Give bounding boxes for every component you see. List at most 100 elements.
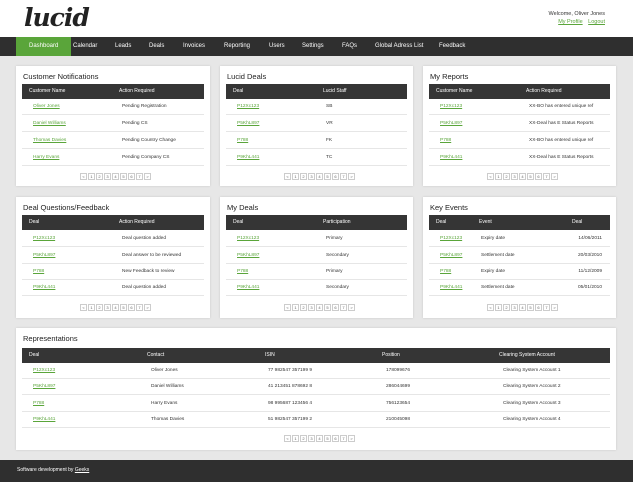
page-button[interactable]: 1 [88,173,95,180]
report-link[interactable]: P9KhL441 [440,155,462,160]
nav-item-reporting[interactable]: Reporting [224,37,250,56]
page-button[interactable]: 2 [503,304,510,311]
page-button[interactable]: 7 [340,173,347,180]
prev-page-button[interactable]: < [284,304,291,311]
page-button[interactable]: 2 [300,304,307,311]
prev-page-button[interactable]: < [80,173,87,180]
deal-link[interactable]: P12Xc123 [440,236,462,241]
page-button[interactable]: 5 [527,304,534,311]
page-button[interactable]: 5 [324,173,331,180]
page-button[interactable]: 1 [292,435,299,442]
deal-link[interactable]: P9KhL441 [237,285,259,290]
nav-item-calendar[interactable]: Calendar [73,37,97,56]
prev-page-button[interactable]: < [80,304,87,311]
page-button[interactable]: 7 [543,173,550,180]
customer-link[interactable]: Daniel Williams [33,121,66,126]
page-button[interactable]: 6 [332,304,339,311]
next-page-button[interactable]: > [348,435,355,442]
nav-item-invoices[interactable]: Invoices [183,37,205,56]
report-link[interactable]: P788 [440,138,451,143]
deal-link[interactable]: P5KhL897 [33,384,55,389]
nav-item-deals[interactable]: Deals [149,37,164,56]
page-button[interactable]: 7 [543,304,550,311]
deal-link[interactable]: P9KhL441 [33,285,55,290]
deal-link[interactable]: P9KhL441 [237,155,259,160]
report-link[interactable]: P5KhL897 [440,121,462,126]
page-button[interactable]: 3 [308,173,315,180]
page-button[interactable]: 2 [300,173,307,180]
page-button[interactable]: 6 [128,173,135,180]
page-button[interactable]: 4 [519,173,526,180]
deal-link[interactable]: P788 [33,269,44,274]
nav-item-feedback[interactable]: Feedback [439,37,465,56]
deal-link[interactable]: P788 [33,401,44,406]
nav-item-dashboard[interactable]: Dashboard [16,37,72,56]
page-button[interactable]: 7 [136,173,143,180]
page-button[interactable]: 3 [104,173,111,180]
deal-link[interactable]: P5KhL897 [237,253,259,258]
next-page-button[interactable]: > [551,173,558,180]
customer-link[interactable]: Oliver Jones [33,104,60,109]
page-button[interactable]: 1 [292,304,299,311]
deal-link[interactable]: P12Xc123 [237,104,259,109]
nav-item-users[interactable]: Users [269,37,285,56]
deal-link[interactable]: P9KhL441 [33,417,55,422]
page-button[interactable]: 2 [96,304,103,311]
next-page-button[interactable]: > [348,304,355,311]
page-button[interactable]: 6 [535,304,542,311]
page-button[interactable]: 5 [527,173,534,180]
page-button[interactable]: 1 [292,173,299,180]
deal-link[interactable]: P9KhL441 [440,285,462,290]
page-button[interactable]: 4 [316,173,323,180]
my-profile-link[interactable]: My Profile [558,19,582,25]
deal-link[interactable]: P5KhL897 [33,253,55,258]
page-button[interactable]: 1 [88,304,95,311]
prev-page-button[interactable]: < [284,173,291,180]
prev-page-button[interactable]: < [487,173,494,180]
next-page-button[interactable]: > [144,173,151,180]
page-button[interactable]: 4 [112,173,119,180]
page-button[interactable]: 6 [128,304,135,311]
logo[interactable]: lucid [24,3,90,32]
page-button[interactable]: 2 [96,173,103,180]
page-button[interactable]: 5 [324,304,331,311]
next-page-button[interactable]: > [348,173,355,180]
nav-item-settings[interactable]: Settings [302,37,324,56]
page-button[interactable]: 4 [112,304,119,311]
page-button[interactable]: 6 [332,435,339,442]
page-button[interactable]: 4 [519,304,526,311]
nav-item-faqs[interactable]: FAQs [342,37,357,56]
customer-link[interactable]: Thomas Davies [33,138,66,143]
page-button[interactable]: 5 [120,173,127,180]
footer-geeks-link[interactable]: Geeks [75,467,89,473]
page-button[interactable]: 3 [511,173,518,180]
deal-link[interactable]: P5KhL897 [440,253,462,258]
page-button[interactable]: 5 [324,435,331,442]
page-button[interactable]: 2 [300,435,307,442]
page-button[interactable]: 3 [308,435,315,442]
customer-link[interactable]: Harry Evans [33,155,59,160]
page-button[interactable]: 4 [316,304,323,311]
page-button[interactable]: 4 [316,435,323,442]
prev-page-button[interactable]: < [487,304,494,311]
page-button[interactable]: 7 [136,304,143,311]
deal-link[interactable]: P12Xc123 [237,236,259,241]
page-button[interactable]: 6 [535,173,542,180]
deal-link[interactable]: P788 [237,269,248,274]
report-link[interactable]: P12Xc123 [440,104,462,109]
page-button[interactable]: 5 [120,304,127,311]
next-page-button[interactable]: > [551,304,558,311]
page-button[interactable]: 3 [511,304,518,311]
page-button[interactable]: 6 [332,173,339,180]
deal-link[interactable]: P788 [440,269,451,274]
page-button[interactable]: 2 [503,173,510,180]
page-button[interactable]: 1 [495,173,502,180]
next-page-button[interactable]: > [144,304,151,311]
deal-link[interactable]: P5KhL897 [237,121,259,126]
deal-link[interactable]: P12Xc123 [33,236,55,241]
page-button[interactable]: 3 [104,304,111,311]
page-button[interactable]: 1 [495,304,502,311]
prev-page-button[interactable]: < [284,435,291,442]
logout-link[interactable]: Logout [588,19,605,25]
nav-item-global-address-list[interactable]: Global Adress List [375,37,423,56]
